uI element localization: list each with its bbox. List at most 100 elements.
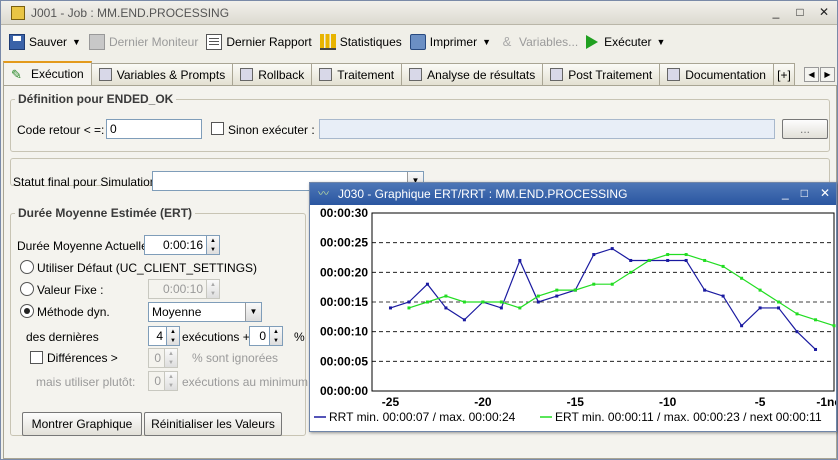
reset-values-button[interactable]: Réinitialiser les Valeurs	[144, 412, 282, 436]
graph-window-title: J030 - Graphique ERT/RRT : MM.END.PROCES…	[338, 187, 628, 201]
percent-spinner[interactable]: 0 ▲ ▼	[249, 326, 283, 346]
tab-post-processing[interactable]: Post Traitement	[542, 63, 661, 85]
tab-result-analysis[interactable]: Analyse de résultats	[401, 63, 544, 85]
fixed-value-radio[interactable]	[20, 282, 34, 296]
chevron-down-icon[interactable]: ▼	[657, 37, 666, 47]
processing-icon	[319, 68, 333, 81]
tab-variables-prompts[interactable]: Variables & Prompts	[90, 63, 234, 85]
graph-minimize-button[interactable]: _	[782, 186, 789, 200]
else-execute-input[interactable]	[319, 119, 775, 139]
data-point	[832, 324, 836, 328]
maximize-button[interactable]: □	[793, 5, 807, 19]
x-tick-label: -1next	[816, 395, 836, 409]
data-point	[629, 258, 633, 262]
statistics-button[interactable]: Statistiques	[319, 34, 402, 50]
data-point	[573, 288, 577, 292]
definition-legend: Définition pour ENDED_OK	[18, 92, 174, 106]
data-point	[425, 300, 429, 304]
spinner-arrows-icon[interactable]: ▲ ▼	[166, 326, 180, 346]
variables-button[interactable]: & Variables...	[499, 34, 578, 50]
last-runs-spinner[interactable]: 4 ▲ ▼	[148, 326, 180, 346]
last-monitor-button[interactable]: Dernier Moniteur	[88, 34, 198, 50]
x-tick-label: -15	[567, 395, 585, 409]
data-point	[462, 318, 466, 322]
ert-legend: Durée Moyenne Estimée (ERT)	[18, 206, 193, 220]
data-point	[684, 253, 688, 257]
data-point	[629, 270, 633, 274]
tab-scroll-left-icon[interactable]: ◀	[804, 67, 819, 82]
save-icon	[9, 34, 25, 50]
graph-maximize-button[interactable]: □	[801, 186, 808, 200]
graph-close-button[interactable]: ✕	[820, 186, 830, 200]
tab-rollback[interactable]: Rollback	[232, 63, 313, 85]
data-point	[758, 306, 762, 310]
data-point	[703, 258, 707, 262]
data-point	[592, 282, 596, 286]
last-report-button[interactable]: Dernier Rapport	[206, 34, 312, 50]
return-code-input[interactable]: 0	[106, 119, 202, 139]
window-title: J001 - Job : MM.END.PROCESSING	[31, 5, 230, 20]
dynamic-method-radio[interactable]	[20, 304, 34, 318]
dynamic-method-label: Méthode dyn.	[37, 305, 110, 319]
data-point	[462, 300, 466, 304]
statistics-icon	[319, 34, 336, 50]
data-point	[536, 294, 540, 298]
tab-documentation[interactable]: Documentation	[659, 63, 774, 85]
x-tick-label: -25	[382, 395, 400, 409]
spinner-arrows-icon[interactable]: ▲ ▼	[164, 348, 178, 368]
graph-icon: 〰	[318, 188, 329, 200]
data-point	[444, 294, 448, 298]
data-point	[666, 253, 670, 257]
tab-scroll-right-icon[interactable]: ▶	[820, 67, 835, 82]
add-tab-button[interactable]: [+]	[772, 63, 795, 85]
else-execute-checkbox[interactable]	[211, 122, 224, 135]
save-button[interactable]: Sauver ▼	[9, 34, 81, 50]
minimize-button[interactable]: _	[769, 5, 783, 19]
chevron-down-icon[interactable]: ▼	[482, 37, 491, 47]
show-graph-button[interactable]: Montrer Graphique	[22, 412, 142, 436]
close-button[interactable]: ✕	[817, 5, 831, 19]
browse-button[interactable]: ...	[782, 119, 828, 139]
use-default-label: Utiliser Défaut (UC_CLIENT_SETTINGS)	[37, 261, 258, 275]
dynamic-method-combo[interactable]: Moyenne ▼	[148, 302, 262, 322]
differences-checkbox[interactable]	[30, 351, 43, 364]
percent-sign: %	[294, 330, 305, 344]
data-point	[592, 253, 596, 257]
print-button[interactable]: Imprimer ▼	[409, 34, 491, 50]
tab-execution[interactable]: ✎ Exécution	[3, 61, 92, 85]
data-point	[407, 300, 411, 304]
spinner-arrows-icon[interactable]: ▲ ▼	[206, 279, 220, 299]
data-point	[740, 324, 744, 328]
minimum-runs-spinner[interactable]: 0 ▲ ▼	[148, 371, 178, 391]
y-tick-label: 00:00:30	[320, 206, 368, 220]
differences-spinner[interactable]: 0 ▲ ▼	[148, 348, 178, 368]
spinner-arrows-icon[interactable]: ▲ ▼	[269, 326, 283, 346]
y-tick-label: 00:00:20	[320, 265, 368, 279]
chevron-down-icon[interactable]: ▼	[72, 37, 81, 47]
chevron-down-icon[interactable]: ▼	[245, 303, 261, 321]
data-point	[481, 300, 485, 304]
data-point	[499, 306, 503, 310]
use-default-radio[interactable]	[20, 260, 34, 274]
documentation-icon	[667, 68, 681, 81]
tab-bar: ✎ Exécution Variables & Prompts Rollback …	[3, 61, 837, 85]
spinner-arrows-icon[interactable]: ▲ ▼	[206, 235, 220, 255]
graph-title-bar[interactable]: 〰 J030 - Graphique ERT/RRT : MM.END.PROC…	[310, 183, 836, 205]
data-point	[610, 282, 614, 286]
data-point	[740, 276, 744, 280]
ignored-label: % sont ignorées	[192, 351, 279, 365]
execute-button[interactable]: Exécuter ▼	[586, 35, 665, 49]
x-tick-label: -5	[755, 395, 766, 409]
data-point	[721, 264, 725, 268]
spinner-arrows-icon[interactable]: ▲ ▼	[164, 371, 178, 391]
fixed-value-spinner[interactable]: 0:00:10 ▲ ▼	[148, 279, 220, 299]
post-processing-icon	[550, 68, 564, 81]
main-window: J001 - Job : MM.END.PROCESSING _ □ ✕ Sau…	[0, 0, 838, 460]
data-point	[536, 300, 540, 304]
current-ert-spinner[interactable]: 0:00:16 ▲ ▼	[144, 235, 220, 255]
y-tick-label: 00:00:00	[320, 384, 368, 398]
data-point	[407, 306, 411, 310]
toolbar: Sauver ▼ Dernier Moniteur Dernier Rapport…	[1, 29, 837, 55]
ert-rrt-chart: 00:00:30 00:00:25 00:00:20 00:00:15 00:00:10…	[314, 206, 838, 424]
tab-processing[interactable]: Traitement	[311, 63, 403, 85]
